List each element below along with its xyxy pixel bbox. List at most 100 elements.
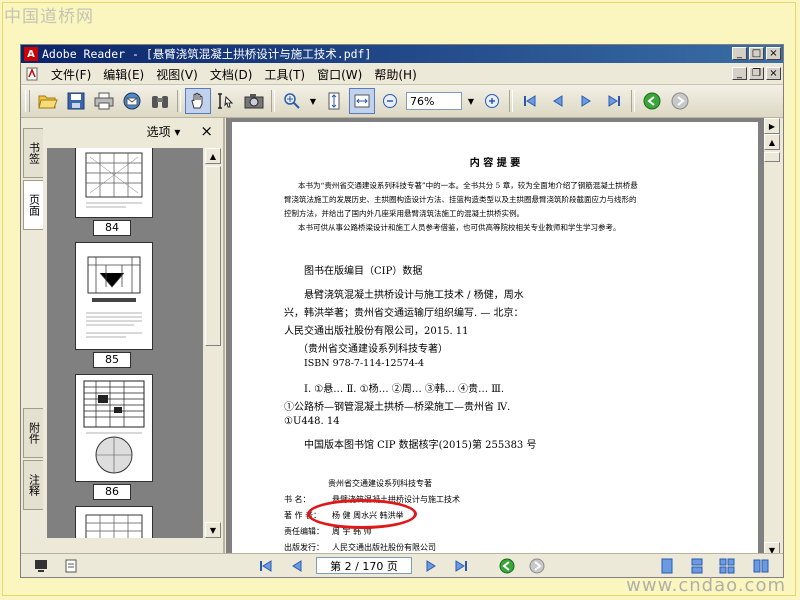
thumbnail-page-number: 85 xyxy=(93,352,131,368)
search-binoculars-icon[interactable] xyxy=(147,88,173,114)
menu-file[interactable]: 文件(F) xyxy=(45,66,97,83)
author-names: 杨 健 周水兴 韩洪举 xyxy=(332,511,404,520)
minimize-button[interactable]: _ xyxy=(732,47,747,60)
doc-minimize-button[interactable]: _ xyxy=(732,67,747,80)
status-first-page-icon[interactable] xyxy=(256,557,276,575)
window-title: Adobe Reader - [悬臂浇筑混凝土拱桥设计与施工技术.pdf] xyxy=(42,47,372,61)
go-back-icon[interactable] xyxy=(639,88,665,114)
zoom-level-input[interactable]: 76% xyxy=(406,92,462,110)
email-icon[interactable] xyxy=(119,88,145,114)
page-thumbnail[interactable] xyxy=(75,148,153,218)
snapshot-camera-icon[interactable] xyxy=(241,88,267,114)
toolbar-separator xyxy=(631,90,635,112)
select-text-icon[interactable] xyxy=(213,88,239,114)
last-page-icon[interactable] xyxy=(601,88,627,114)
tab-comments[interactable]: 注释 xyxy=(23,460,43,510)
publisher-name: 人民交通出版社股份有限公司 xyxy=(332,543,436,552)
page-thumbnail[interactable] xyxy=(75,242,153,350)
zoom-tool-dropdown-icon[interactable]: ▼ xyxy=(306,92,320,110)
scroll-down-arrow-icon[interactable]: ▼ xyxy=(205,522,221,538)
fit-width-icon[interactable] xyxy=(349,88,375,114)
options-menu[interactable]: 选项 ▾ xyxy=(147,123,181,140)
thumbnail-list[interactable]: 84 85 86 xyxy=(47,148,203,538)
menu-document[interactable]: 文档(D) xyxy=(204,66,259,83)
thumbnail-page-number: 84 xyxy=(93,220,131,236)
toolbar-grip[interactable] xyxy=(25,90,30,112)
cip-line: （贵州省交通建设系列科技专著） xyxy=(298,344,448,355)
scroll-up-arrow-icon[interactable]: ▲ xyxy=(205,148,221,164)
cip-line: ①公路桥—钢管混凝土拱桥—桥梁施工—贵州省 Ⅳ. xyxy=(284,402,511,413)
tab-attachments-label: 附件 xyxy=(27,422,41,444)
page-number-field[interactable]: 第 2 / 170 页 xyxy=(316,557,412,574)
tab-comments-label: 注释 xyxy=(27,474,41,496)
tab-pages[interactable]: 页面 xyxy=(23,180,43,230)
maximize-button[interactable]: □ xyxy=(749,47,764,60)
cip-line: Ⅰ. ①悬… Ⅱ. ①杨… ②周… ③韩… ④贵… Ⅲ. xyxy=(304,384,505,395)
open-folder-icon[interactable] xyxy=(35,88,61,114)
monitor-icon[interactable] xyxy=(31,557,51,575)
watermark-bottom: www.cndao.com xyxy=(626,575,786,596)
doc-scroll-up-icon[interactable]: ▲ xyxy=(764,134,780,150)
thumbnail-page-number: 86 xyxy=(93,484,131,500)
zoom-in-tool-icon[interactable] xyxy=(279,88,305,114)
status-last-page-icon[interactable] xyxy=(451,557,471,575)
zoom-dropdown-icon[interactable]: ▼ xyxy=(464,92,478,110)
actual-size-icon[interactable] xyxy=(321,88,347,114)
hand-tool-icon[interactable] xyxy=(185,88,211,114)
summary-line: 控制方法，并给出了国内外几座采用悬臂浇筑法施工的混凝土拱桥实例。 xyxy=(284,209,524,218)
title-bar[interactable]: A Adobe Reader - [悬臂浇筑混凝土拱桥设计与施工技术.pdf] … xyxy=(21,45,783,63)
document-scrollbar[interactable]: ▶ ▲ ▼ xyxy=(764,118,780,558)
document-view[interactable]: 内 容 提 要 本书为“贵州省交通建设系列科技专著”中的一本。全书共分 5 章，… xyxy=(226,118,764,558)
first-page-icon[interactable] xyxy=(517,88,543,114)
thumbnail-scrollbar[interactable]: ▲ ▼ xyxy=(205,148,221,538)
status-next-page-icon[interactable] xyxy=(421,557,441,575)
menu-edit[interactable]: 编辑(E) xyxy=(97,66,150,83)
doc-scroll-up-arrow-icon[interactable]: ▶ xyxy=(764,118,780,134)
editor-label: 责任编辑： xyxy=(284,527,324,536)
toolbar-separator xyxy=(271,90,275,112)
next-page-icon[interactable] xyxy=(573,88,599,114)
cip-line: ISBN 978-7-114-12574-4 xyxy=(304,358,424,369)
menu-tools[interactable]: 工具(T) xyxy=(258,66,311,83)
menu-help[interactable]: 帮助(H) xyxy=(368,66,422,83)
summary-line: 本书可供从事公路桥梁设计和施工人员参考借鉴，也可供高等院校相关专业教师和学生学习… xyxy=(298,223,621,232)
menu-view[interactable]: 视图(V) xyxy=(150,66,204,83)
cip-line: ①U448. 14 xyxy=(284,416,340,427)
doc-close-button[interactable]: × xyxy=(766,67,781,80)
author-label: 著 作 者： xyxy=(284,511,322,520)
toolbar-separator xyxy=(509,90,513,112)
tab-bookmarks[interactable]: 书签 xyxy=(23,128,43,178)
continuous-layout-icon[interactable] xyxy=(687,557,707,575)
previous-page-icon[interactable] xyxy=(545,88,571,114)
save-icon[interactable] xyxy=(63,88,89,114)
thumbnail-scroll-thumb[interactable] xyxy=(205,166,221,346)
zoom-in-icon[interactable] xyxy=(479,88,505,114)
cip-line: 中国版本图书馆 CIP 数据核字(2015)第 255383 号 xyxy=(304,440,537,451)
summary-line: 臂浇筑法施工的发展历史、主拱圈构造设计方法、挂篮构造类型以及主拱圈悬臂浇筑阶段截… xyxy=(284,195,637,204)
menu-window[interactable]: 窗口(W) xyxy=(311,66,368,83)
document-properties-icon[interactable] xyxy=(61,557,81,575)
single-page-layout-icon[interactable] xyxy=(657,557,677,575)
toolbar: ▼ 76% ▼ xyxy=(21,85,783,118)
go-forward-icon[interactable] xyxy=(667,88,693,114)
facing-layout-icon[interactable] xyxy=(751,557,771,575)
pages-panel: 选项 ▾ × 84 85 86 ▲ ▼ xyxy=(45,118,225,558)
toolbar-separator xyxy=(177,90,181,112)
zoom-out-icon[interactable] xyxy=(377,88,403,114)
continuous-facing-layout-icon[interactable] xyxy=(717,557,737,575)
document-scroll-thumb[interactable] xyxy=(764,152,780,162)
doc-restore-button[interactable]: ❐ xyxy=(749,67,764,80)
status-forward-icon[interactable] xyxy=(527,557,547,575)
cip-heading: 图书在版编目（CIP）数据 xyxy=(304,266,423,277)
page-thumbnail[interactable] xyxy=(75,506,153,538)
close-panel-icon[interactable]: × xyxy=(200,122,213,140)
cip-line: 人民交通出版社股份有限公司，2015. 11 xyxy=(284,326,469,337)
status-back-icon[interactable] xyxy=(497,557,517,575)
status-previous-page-icon[interactable] xyxy=(287,557,307,575)
pdf-page: 内 容 提 要 本书为“贵州省交通建设系列科技专著”中的一本。全书共分 5 章，… xyxy=(232,122,758,558)
close-window-button[interactable]: × xyxy=(766,47,781,60)
pdf-document-icon[interactable] xyxy=(25,67,39,81)
page-thumbnail[interactable] xyxy=(75,374,153,482)
print-icon[interactable] xyxy=(91,88,117,114)
tab-attachments[interactable]: 附件 xyxy=(23,408,43,458)
